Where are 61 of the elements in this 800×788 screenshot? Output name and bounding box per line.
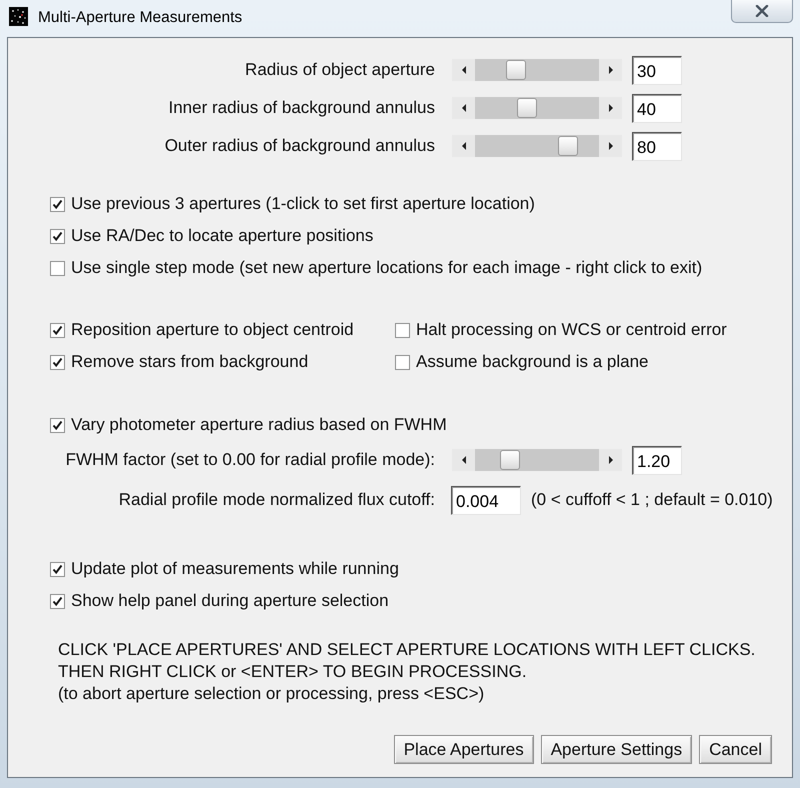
checkbox-label[interactable]: Use previous 3 apertures (1-click to set first aperture location) [71, 194, 535, 214]
dialog-button[interactable]: Place Apertures [394, 735, 534, 764]
right-triangle-icon [608, 104, 612, 112]
checkbox[interactable] [50, 354, 65, 370]
slider-right-button[interactable] [599, 59, 622, 81]
checkbox-label[interactable]: Show help panel during aperture selection [71, 591, 389, 611]
slider-thumb[interactable] [516, 98, 537, 118]
value-field[interactable]: 30 [632, 56, 682, 84]
slider-thumb[interactable] [500, 450, 520, 470]
starfield-icon [9, 7, 28, 26]
instruction-text: THEN RIGHT CLICK or <ENTER> TO BEGIN PROCESSING. [58, 661, 528, 683]
right-triangle-icon [608, 456, 612, 464]
checkbox-label[interactable]: Reposition aperture to object centroid [71, 320, 354, 340]
checkbox-label[interactable]: Use RA/Dec to locate aperture positions [71, 226, 374, 246]
fwhm-factor-label: FWHM factor (set to 0.00 for radial profile mode): [64, 450, 435, 470]
checkbox[interactable] [50, 418, 65, 432]
value-field[interactable]: 40 [632, 94, 682, 122]
dialog-button[interactable]: Aperture Settings [540, 735, 692, 764]
value-field[interactable]: 80 [632, 132, 682, 160]
slider-right-button[interactable] [599, 449, 622, 471]
slider-right-button[interactable] [599, 135, 622, 157]
slider-label: Outer radius of background annulus [164, 136, 435, 156]
checkbox-label[interactable]: Vary photometer aperture radius based on FWHM [71, 415, 447, 435]
instruction-text: CLICK 'PLACE APERTURES' AND SELECT APERTURE LOCATIONS WITH LEFT CLICKS. [58, 639, 756, 661]
checkbox-label[interactable]: Assume background is a plane [416, 352, 648, 372]
window-title: Multi-Aperture Measurements [38, 9, 242, 27]
slider-thumb[interactable] [506, 60, 526, 80]
checkbox[interactable] [50, 228, 65, 244]
instruction-text: (to abort aperture selection or processing, press <ESC>) [58, 683, 486, 705]
cutoff-label: Radial profile mode normalized flux cutoff: [118, 490, 435, 510]
slider-left-button[interactable] [452, 59, 475, 81]
cutoff-field[interactable]: 0.004 [451, 486, 521, 514]
left-triangle-icon [462, 104, 466, 112]
dialog-button[interactable]: Cancel [699, 735, 772, 764]
checkbox[interactable] [50, 594, 65, 608]
slider-left-button[interactable] [452, 135, 475, 157]
checkbox[interactable] [50, 196, 65, 212]
left-triangle-icon [462, 456, 466, 464]
slider-label: Radius of object aperture [244, 60, 435, 80]
slider-left-button[interactable] [452, 449, 475, 471]
slider-right-button[interactable] [599, 97, 622, 119]
checkbox[interactable] [50, 260, 65, 276]
checkbox[interactable] [50, 322, 65, 338]
right-triangle-icon [608, 66, 612, 74]
cutoff-hint: (0 < cuffoff < 1 ; default = 0.010) [531, 490, 773, 510]
slider-thumb[interactable] [558, 136, 578, 156]
close-button[interactable] [731, 0, 793, 23]
slider-left-button[interactable] [452, 97, 475, 119]
checkbox[interactable] [395, 322, 410, 338]
checkbox-label[interactable]: Remove stars from background [71, 352, 308, 372]
value-field[interactable]: 1.20 [632, 446, 682, 474]
left-triangle-icon [462, 142, 466, 150]
close-icon [755, 5, 769, 17]
checkbox-label[interactable]: Halt processing on WCS or centroid error [416, 320, 727, 340]
checkbox-label[interactable]: Use single step mode (set new aperture locations for each image - right click to exit) [71, 258, 702, 278]
slider-label: Inner radius of background annulus [167, 98, 435, 118]
checkbox[interactable] [50, 562, 65, 576]
checkbox[interactable] [395, 354, 410, 370]
left-triangle-icon [462, 66, 466, 74]
right-triangle-icon [608, 142, 612, 150]
checkbox-label[interactable]: Update plot of measurements while running [71, 559, 399, 579]
